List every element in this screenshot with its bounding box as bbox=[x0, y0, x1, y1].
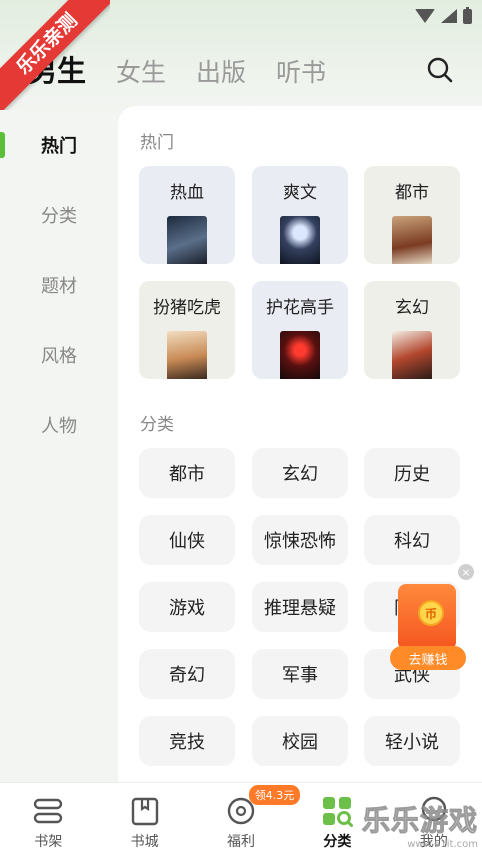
bottom-nav-welfare[interactable]: 领4.3元 福利 bbox=[193, 783, 301, 856]
bookstore-icon bbox=[131, 797, 158, 826]
hot-card-label: 爽文 bbox=[283, 183, 317, 203]
side-item-hot[interactable]: 热门 bbox=[0, 110, 118, 180]
bottom-nav-label: 书架 bbox=[34, 834, 63, 850]
hot-card-xuanhuan[interactable]: 玄幻 bbox=[364, 281, 460, 379]
category-pill-xianxia[interactable]: 仙侠 bbox=[139, 515, 235, 565]
hot-card-label: 热血 bbox=[170, 183, 204, 203]
status-bar bbox=[415, 6, 472, 26]
corner-ribbon: 乐乐亲测 bbox=[0, 0, 110, 110]
book-cover-image bbox=[280, 331, 320, 379]
hot-card-label: 护花高手 bbox=[266, 298, 334, 318]
side-item-style[interactable]: 风格 bbox=[0, 320, 118, 390]
watermark-url: www.61it.com bbox=[407, 839, 478, 850]
book-cover-image bbox=[280, 216, 320, 264]
hot-card-dushi[interactable]: 都市 bbox=[364, 166, 460, 264]
red-envelope-icon: 币 bbox=[398, 584, 456, 650]
hot-card-huhuagaoshou[interactable]: 护花高手 bbox=[252, 281, 348, 379]
category-pill-xuanhuan[interactable]: 玄幻 bbox=[252, 448, 348, 498]
category-pill-qihuan[interactable]: 奇幻 bbox=[139, 649, 235, 699]
category-pill-qingxiaoshuo[interactable]: 轻小说 bbox=[364, 716, 460, 766]
category-icon bbox=[323, 797, 354, 827]
category-pill-jingji[interactable]: 竞技 bbox=[139, 716, 235, 766]
category-pill-tuili[interactable]: 推理悬疑 bbox=[252, 582, 348, 632]
hot-card-rexue[interactable]: 热血 bbox=[139, 166, 235, 264]
hot-card-label: 都市 bbox=[395, 183, 429, 203]
category-pill-lishi[interactable]: 历史 bbox=[364, 448, 460, 498]
category-section-title: 分类 bbox=[140, 415, 174, 435]
ribbon-label: 乐乐亲测 bbox=[0, 0, 110, 110]
bottom-nav-label: 书城 bbox=[130, 834, 159, 850]
hot-card-label: 扮猪吃虎 bbox=[153, 298, 221, 318]
bottom-nav-bookshelf[interactable]: 书架 bbox=[0, 783, 96, 856]
float-ad-earn-money[interactable]: 币 去赚钱 bbox=[390, 582, 466, 672]
side-item-character[interactable]: 人物 bbox=[0, 390, 118, 460]
wifi-icon bbox=[415, 9, 435, 23]
category-pill-youxi[interactable]: 游戏 bbox=[139, 582, 235, 632]
content-panel: 热门 热血 爽文 都市 扮猪吃虎 护花高手 玄幻 分类 都市 玄幻 历史 仙侠 … bbox=[118, 106, 482, 782]
tab-female[interactable]: 女生 bbox=[116, 53, 166, 89]
side-nav: 热门 分类 题材 风格 人物 bbox=[0, 110, 118, 460]
bottom-nav-label: 分类 bbox=[323, 834, 352, 850]
category-pill-kehuan[interactable]: 科幻 bbox=[364, 515, 460, 565]
book-cover-image bbox=[392, 331, 432, 379]
bookshelf-icon bbox=[34, 798, 63, 824]
bottom-nav-bookstore[interactable]: 书城 bbox=[96, 783, 192, 856]
category-pill-xiaoyuan[interactable]: 校园 bbox=[252, 716, 348, 766]
book-cover-image bbox=[167, 216, 207, 264]
category-pill-junshi[interactable]: 军事 bbox=[252, 649, 348, 699]
side-item-category[interactable]: 分类 bbox=[0, 180, 118, 250]
side-item-theme[interactable]: 题材 bbox=[0, 250, 118, 320]
hot-card-label: 玄幻 bbox=[395, 298, 429, 318]
category-pill-jingsong[interactable]: 惊悚恐怖 bbox=[252, 515, 348, 565]
float-ad-close-button[interactable]: × bbox=[458, 564, 474, 580]
tab-publish[interactable]: 出版 bbox=[196, 53, 246, 89]
float-ad-button[interactable]: 去赚钱 bbox=[390, 646, 466, 670]
coin-icon: 币 bbox=[418, 600, 444, 626]
book-cover-image bbox=[392, 216, 432, 264]
category-pill-dushi[interactable]: 都市 bbox=[139, 448, 235, 498]
battery-icon bbox=[463, 6, 472, 24]
search-icon bbox=[427, 57, 453, 83]
watermark-title: 乐乐游戏 bbox=[361, 804, 478, 838]
hot-card-banzhuchihu[interactable]: 扮猪吃虎 bbox=[139, 281, 235, 379]
tab-audiobook[interactable]: 听书 bbox=[276, 53, 326, 89]
bottom-nav-label: 福利 bbox=[227, 834, 256, 850]
signal-icon bbox=[441, 9, 457, 23]
search-button[interactable] bbox=[426, 56, 454, 84]
hot-card-shuangwen[interactable]: 爽文 bbox=[252, 166, 348, 264]
hot-section-title: 热门 bbox=[140, 133, 174, 153]
site-watermark: 乐乐游戏 www.61it.com bbox=[361, 799, 478, 851]
book-cover-image bbox=[167, 331, 207, 379]
